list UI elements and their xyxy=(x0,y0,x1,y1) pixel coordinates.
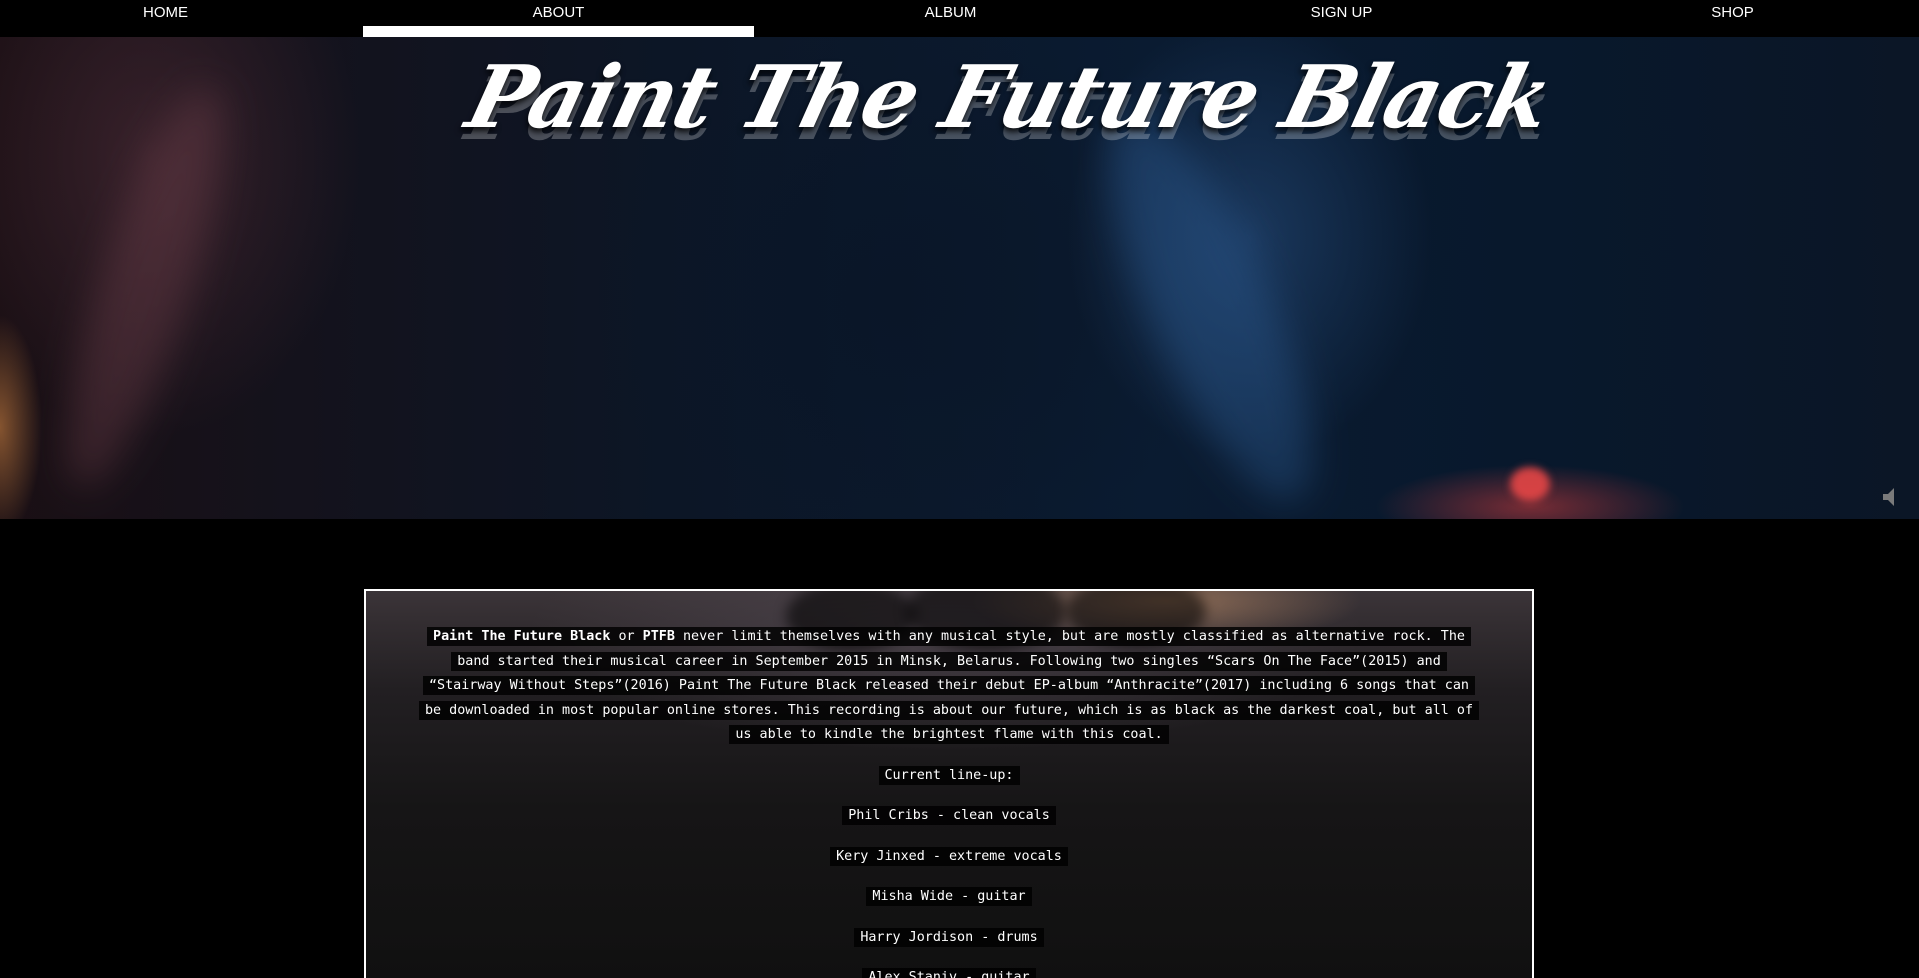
lineup-member: Harry Jordison - drums xyxy=(414,926,1484,951)
intro-text: never limit themselves with any musical … xyxy=(424,629,1474,742)
band-name: Paint The Future Black xyxy=(433,629,611,644)
speaker-muted-icon[interactable] xyxy=(1880,485,1904,509)
nav-item-shop[interactable]: SHOP xyxy=(1537,0,1919,37)
band-logo: Paint The Future Black xyxy=(457,47,1561,148)
hero-stage-light xyxy=(1510,467,1550,501)
hero-video-banner: Paint The Future Black xyxy=(0,37,1919,519)
nav-item-album[interactable]: ALBUM xyxy=(755,0,1146,37)
lineup-heading: Current line-up: xyxy=(414,764,1484,789)
hero-light-streak xyxy=(37,73,253,501)
nav-item-shop-label: SHOP xyxy=(1711,4,1754,21)
nav-item-about[interactable]: ABOUT xyxy=(363,0,754,37)
about-intro-paragraph: Paint The Future Black or PTFB never lim… xyxy=(414,625,1484,748)
nav-item-home[interactable]: HOME xyxy=(0,0,361,37)
nav-active-indicator xyxy=(363,26,754,37)
band-abbreviation: PTFB xyxy=(642,629,675,644)
lineup-member: Phil Cribs - clean vocals xyxy=(414,804,1484,829)
lineup-member: Misha Wide - guitar xyxy=(414,885,1484,910)
or-text: or xyxy=(610,629,643,644)
nav-item-sign-up[interactable]: SIGN UP xyxy=(1146,0,1537,37)
top-navigation: HOME ABOUT ALBUM SIGN UP SHOP xyxy=(0,0,1919,37)
nav-item-album-label: ALBUM xyxy=(924,4,977,21)
nav-item-sign-up-label: SIGN UP xyxy=(1310,4,1373,21)
nav-item-about-label: ABOUT xyxy=(532,4,585,21)
lineup-member: Kery Jinxed - extreme vocals xyxy=(414,845,1484,870)
lineup-member: Alex Staniv - guitar xyxy=(414,966,1484,978)
about-section: Paint The Future Black or PTFB never lim… xyxy=(364,589,1534,978)
nav-item-home-label: HOME xyxy=(143,4,188,21)
about-text: Paint The Future Black or PTFB never lim… xyxy=(414,625,1484,978)
